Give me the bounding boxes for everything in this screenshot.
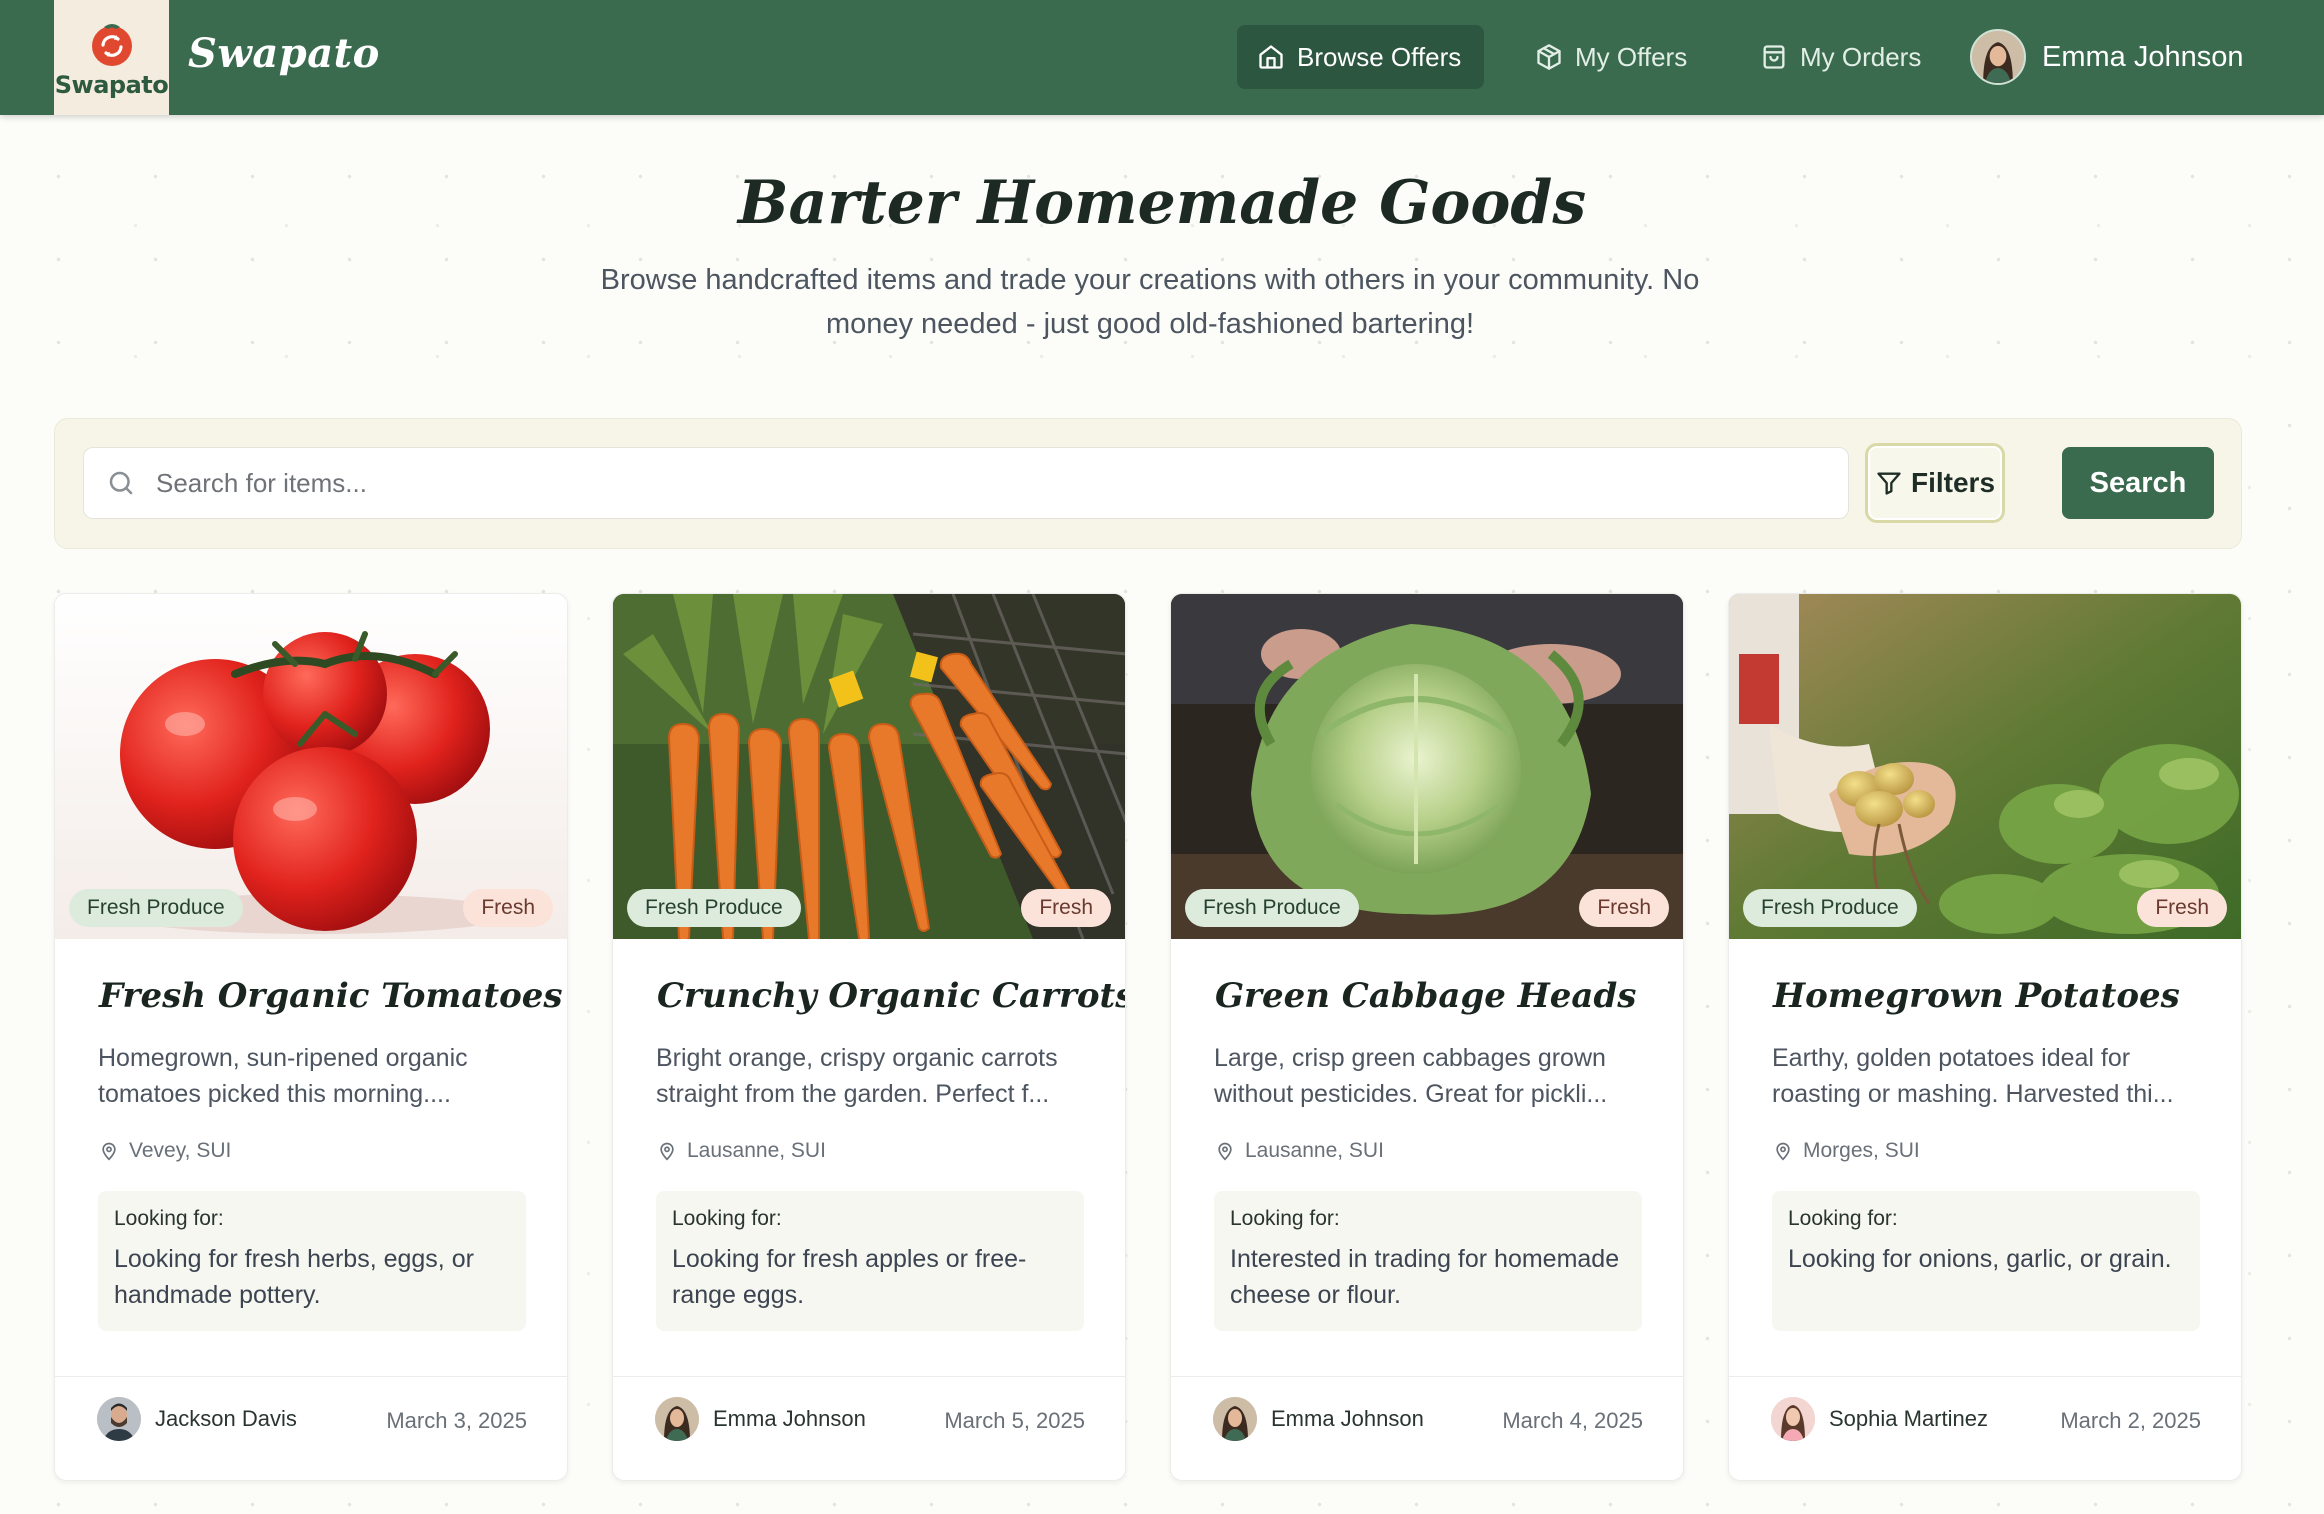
search-panel: Filters Search	[54, 418, 2242, 549]
offer-location: Lausanne, SUI	[657, 1139, 826, 1163]
offer-location: Morges, SUI	[1773, 1139, 1920, 1163]
offer-date: March 4, 2025	[1502, 1408, 1643, 1433]
map-pin-icon	[1218, 1142, 1232, 1161]
offer-image-tomatoes	[55, 594, 567, 939]
offer-date: March 5, 2025	[944, 1408, 1085, 1433]
nav-my-offers[interactable]: My Offers	[1515, 25, 1707, 89]
offer-description: Earthy, golden potatoes ideal for roasti…	[1772, 1044, 2174, 1108]
offer-owner[interactable]: Emma Johnson	[1213, 1397, 1424, 1441]
offer-description: Large, crisp green cabbages grown withou…	[1214, 1044, 1608, 1108]
owner-avatar	[97, 1397, 141, 1441]
offer-location-text: Morges, SUI	[1803, 1139, 1920, 1162]
looking-for-box: Looking for: Looking for fresh apples or…	[656, 1191, 1084, 1331]
tomato-logo-icon	[91, 23, 132, 66]
offer-card[interactable]: Fresh Produce Fresh Crunchy Organic Carr…	[612, 593, 1126, 1481]
filter-icon	[1877, 472, 1901, 495]
looking-for-label: Looking for:	[672, 1207, 782, 1230]
owner-avatar	[655, 1397, 699, 1441]
home-icon	[1259, 45, 1283, 69]
page-subtitle: Browse handcrafted items and trade your …	[600, 264, 1700, 340]
map-pin-icon	[1776, 1142, 1790, 1161]
search-icon	[109, 471, 133, 495]
map-pin-icon	[660, 1142, 674, 1161]
page-title: Barter Homemade Goods	[737, 168, 1587, 238]
offer-image-carrots	[613, 594, 1125, 939]
looking-for-label: Looking for:	[1788, 1207, 1898, 1230]
looking-for-box: Looking for: Interested in trading for h…	[1214, 1191, 1642, 1331]
top-navigation-bar: Swapato Swapato Browse Offers My Offers …	[0, 0, 2324, 115]
nav-browse-offers[interactable]: Browse Offers	[1237, 25, 1484, 89]
offer-title[interactable]: Green Cabbage Heads	[1215, 976, 1655, 1016]
user-avatar	[1970, 29, 2026, 85]
category-badge: Fresh Produce	[1743, 889, 1917, 927]
owner-name: Emma Johnson	[1271, 1406, 1424, 1431]
map-pin-icon	[102, 1142, 116, 1161]
offer-title[interactable]: Crunchy Organic Carrots	[657, 976, 1125, 1016]
offer-location-text: Lausanne, SUI	[687, 1139, 826, 1162]
offer-owner[interactable]: Emma Johnson	[655, 1397, 866, 1441]
offer-description: Homegrown, sun-ripened organic tomatoes …	[98, 1044, 468, 1108]
looking-for-label: Looking for:	[114, 1207, 224, 1230]
nav-my-orders[interactable]: My Orders	[1740, 25, 1941, 89]
offer-image-cabbage	[1171, 594, 1683, 939]
condition-badge: Fresh	[2137, 889, 2227, 927]
category-badge: Fresh Produce	[1185, 889, 1359, 927]
looking-for-text: Looking for fresh herbs, eggs, or handma…	[114, 1245, 474, 1309]
category-badge: Fresh Produce	[627, 889, 801, 927]
offer-image-potatoes	[1729, 594, 2241, 939]
shopping-bag-icon	[1763, 45, 1785, 69]
owner-name: Jackson Davis	[155, 1406, 297, 1431]
offer-description: Bright orange, crispy organic carrots st…	[656, 1044, 1058, 1108]
search-field[interactable]	[83, 447, 1849, 519]
owner-name: Emma Johnson	[713, 1406, 866, 1431]
offer-card[interactable]: Fresh Produce Fresh Homegrown Potatoes E…	[1728, 593, 2242, 1481]
owner-name: Sophia Martinez	[1829, 1406, 1988, 1431]
offer-footer: Emma Johnson March 4, 2025	[1171, 1376, 1683, 1480]
looking-for-text: Looking for onions, garlic, or grain.	[1788, 1245, 2172, 1273]
offer-card[interactable]: Fresh Produce Fresh Green Cabbage Heads …	[1170, 593, 1684, 1481]
looking-for-text: Interested in trading for homemade chees…	[1230, 1245, 1620, 1309]
owner-avatar	[1771, 1397, 1815, 1441]
user-name: Emma Johnson	[2042, 40, 2244, 73]
looking-for-box: Looking for: Looking for onions, garlic,…	[1772, 1191, 2200, 1331]
offer-footer: Jackson Davis March 3, 2025	[55, 1376, 567, 1480]
package-icon	[1537, 44, 1561, 70]
condition-badge: Fresh	[1021, 889, 1111, 927]
search-button[interactable]: Search	[2062, 447, 2214, 519]
nav-browse-offers-label: Browse Offers	[1297, 41, 1462, 72]
offer-location-text: Vevey, SUI	[129, 1139, 232, 1162]
offer-date: March 3, 2025	[386, 1408, 527, 1433]
filters-button-label: Filters	[1910, 467, 1996, 498]
offer-footer: Sophia Martinez March 2, 2025	[1729, 1376, 2241, 1480]
offer-location: Lausanne, SUI	[1215, 1139, 1384, 1163]
nav-my-offers-label: My Offers	[1575, 41, 1688, 72]
offer-owner[interactable]: Sophia Martinez	[1771, 1397, 1988, 1441]
looking-for-box: Looking for: Looking for fresh herbs, eg…	[98, 1191, 526, 1331]
logo-text: Swapato	[54, 70, 169, 99]
search-input[interactable]	[156, 467, 1848, 499]
user-menu[interactable]: Emma Johnson	[1970, 28, 2244, 86]
offer-owner[interactable]: Jackson Davis	[97, 1397, 297, 1441]
offer-location-text: Lausanne, SUI	[1245, 1139, 1384, 1162]
offer-card[interactable]: Fresh Produce Fresh Fresh Organic Tomato…	[54, 593, 568, 1481]
category-badge: Fresh Produce	[69, 889, 243, 927]
logo[interactable]: Swapato	[54, 0, 169, 115]
condition-badge: Fresh	[1579, 889, 1669, 927]
looking-for-label: Looking for:	[1230, 1207, 1340, 1230]
offer-date: March 2, 2025	[2060, 1408, 2201, 1433]
condition-badge: Fresh	[463, 889, 553, 927]
offer-title[interactable]: Fresh Organic Tomatoes	[99, 976, 563, 1016]
offer-footer: Emma Johnson March 5, 2025	[613, 1376, 1125, 1480]
offer-location: Vevey, SUI	[99, 1139, 231, 1163]
brand-name[interactable]: Swapato	[188, 30, 380, 77]
looking-for-text: Looking for fresh apples or free-range e…	[672, 1245, 1027, 1309]
nav-my-orders-label: My Orders	[1800, 41, 1922, 72]
offer-title[interactable]: Homegrown Potatoes	[1773, 976, 2213, 1016]
owner-avatar	[1213, 1397, 1257, 1441]
filters-button[interactable]: Filters	[1865, 443, 2005, 523]
